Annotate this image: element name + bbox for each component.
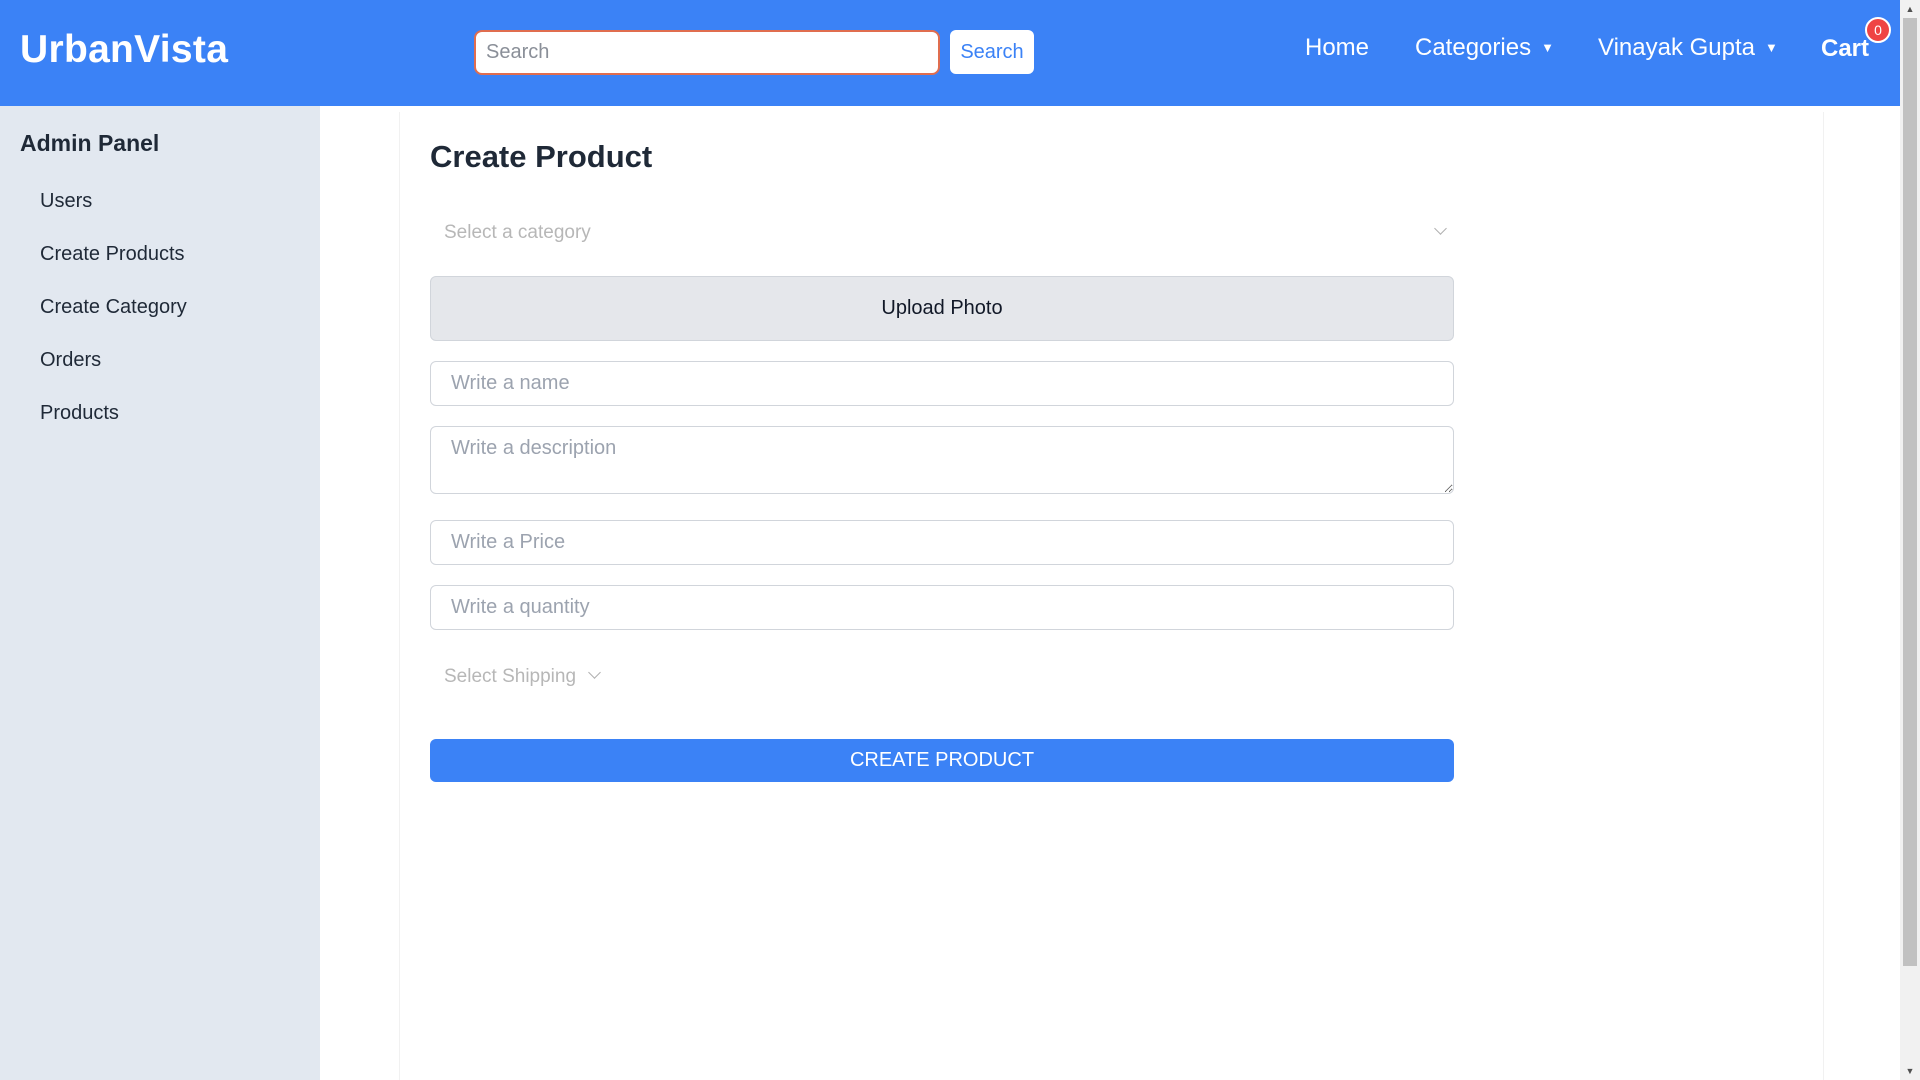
brand-logo[interactable]: UrbanVista [20, 28, 228, 72]
scroll-down-arrow-icon[interactable]: ▼ [1900, 1062, 1920, 1080]
caret-down-icon: ▼ [1765, 40, 1778, 55]
top-navbar: UrbanVista Search Home Categories ▼ Vinay… [0, 0, 1900, 106]
page-scrollbar[interactable]: ▲ ▼ [1900, 0, 1920, 1080]
search-button[interactable]: Search [950, 30, 1034, 74]
upload-photo-button[interactable]: Upload Photo [430, 276, 1454, 341]
product-description-textarea[interactable] [430, 426, 1454, 494]
caret-down-icon: ▼ [1541, 40, 1554, 55]
chevron-down-icon [588, 666, 601, 679]
admin-sidebar: Admin Panel Users Create Products Create… [0, 106, 320, 1080]
create-product-button[interactable]: CREATE PRODUCT [430, 739, 1454, 782]
sidebar-title: Admin Panel [20, 130, 160, 156]
scroll-up-arrow-icon[interactable]: ▲ [1900, 0, 1920, 18]
chevron-down-icon [1434, 222, 1447, 235]
cart-count-badge: 0 [1865, 17, 1891, 43]
sidebar-item-users[interactable]: Users [40, 190, 92, 213]
page-title: Create Product [430, 139, 653, 174]
shipping-select[interactable]: Select Shipping [430, 660, 630, 696]
user-name-label: Vinayak Gupta [1598, 34, 1755, 61]
nav-categories-label: Categories [1415, 34, 1532, 61]
sidebar-item-create-category[interactable]: Create Category [40, 296, 187, 319]
product-price-input[interactable] [430, 520, 1454, 565]
scrollbar-thumb[interactable] [1903, 18, 1917, 966]
product-name-input[interactable] [430, 361, 1454, 406]
cart-link[interactable]: Cart [1821, 35, 1869, 63]
category-select-placeholder: Select a category [444, 222, 591, 243]
product-quantity-input[interactable] [430, 585, 1454, 630]
cart-label: Cart [1821, 35, 1870, 62]
user-menu-dropdown[interactable]: Vinayak Gupta ▼ [1598, 34, 1778, 62]
sidebar-item-create-products[interactable]: Create Products [40, 243, 185, 266]
sidebar-item-orders[interactable]: Orders [40, 349, 101, 372]
nav-categories-dropdown[interactable]: Categories ▼ [1415, 34, 1554, 62]
search-input[interactable] [474, 30, 940, 75]
sidebar-item-products[interactable]: Products [40, 402, 119, 425]
shipping-select-placeholder: Select Shipping [444, 666, 577, 687]
nav-home-label: Home [1305, 34, 1370, 61]
category-select[interactable]: Select a category [430, 214, 1454, 250]
nav-home-link[interactable]: Home [1305, 34, 1369, 62]
